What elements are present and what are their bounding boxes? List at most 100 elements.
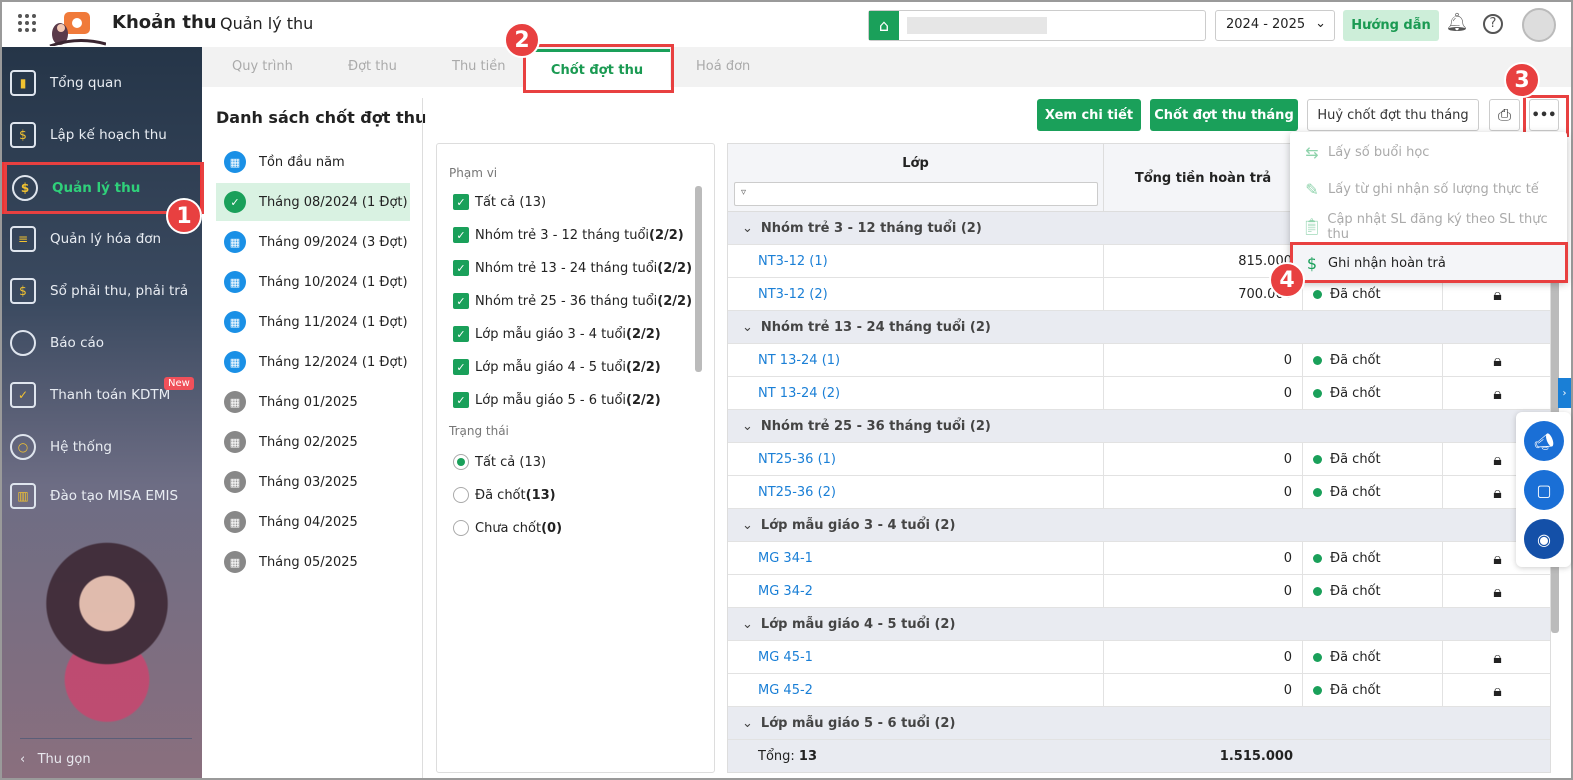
month-list-item[interactable]: ▦ Tháng 03/2025 bbox=[216, 463, 410, 501]
filter-icon: ▿ bbox=[741, 187, 747, 198]
scope-checkbox[interactable]: ✓ Nhóm trẻ 13 - 24 tháng tuổi (2/2) bbox=[453, 260, 692, 276]
group-row[interactable]: ⌄ Lớp mẫu giáo 5 - 6 tuổi (2) bbox=[728, 707, 1550, 740]
guide-button[interactable]: Hướng dẫn bbox=[1343, 10, 1439, 41]
month-list-item[interactable]: ▦ Tháng 11/2024 (1 Đợt) bbox=[216, 303, 410, 341]
lock-icon[interactable]: 🔒︎ bbox=[1493, 450, 1502, 470]
school-search[interactable]: ⌂ bbox=[868, 10, 1206, 41]
sidebar-item-ledger[interactable]: $ Sổ phải thu, phải trả bbox=[2, 268, 202, 314]
class-link[interactable]: NT3-12 (2) bbox=[758, 287, 828, 302]
collapse-button[interactable]: ‹ Thu gọn bbox=[20, 752, 91, 767]
lock-icon[interactable]: 🔒︎ bbox=[1493, 648, 1502, 668]
amount-value: 0 bbox=[1283, 485, 1292, 500]
table-row: NT25-36 (1) 0 Đã chốt 🔒︎ bbox=[728, 443, 1550, 476]
view-detail-button[interactable]: Xem chi tiết bbox=[1037, 99, 1141, 131]
apps-grid-icon[interactable] bbox=[18, 14, 36, 32]
scope-checkbox[interactable]: ✓ Lớp mẫu giáo 5 - 6 tuổi (2/2) bbox=[453, 392, 661, 408]
status-radio[interactable]: Tất cả (13) bbox=[453, 454, 546, 470]
month-list-item[interactable]: ▦ Tồn đầu năm bbox=[216, 143, 410, 181]
cancel-close-month-button[interactable]: Huỷ chốt đợt thu tháng bbox=[1307, 99, 1479, 131]
scope-checkbox[interactable]: ✓ Lớp mẫu giáo 4 - 5 tuổi (2/2) bbox=[453, 359, 661, 375]
month-list-item[interactable]: ▦ Tháng 05/2025 bbox=[216, 543, 410, 581]
class-link[interactable]: MG 45-2 bbox=[758, 683, 813, 698]
chat-icon[interactable]: ▢ bbox=[1524, 470, 1564, 510]
class-link[interactable]: NT25-36 (2) bbox=[758, 485, 836, 500]
filter-scrollbar[interactable] bbox=[695, 186, 702, 372]
lock-icon[interactable]: 🔒︎ bbox=[1493, 681, 1502, 701]
menu-item-get-sessions[interactable]: ⇆ Lấy số buổi học bbox=[1290, 134, 1567, 171]
home-icon[interactable]: ⌂ bbox=[869, 11, 899, 40]
menu-item-update-registration[interactable]: 📋︎ Cập nhật SL đăng ký theo SL thực thu bbox=[1290, 208, 1567, 245]
calendar-icon: ▦ bbox=[224, 551, 246, 573]
amount-value: 0 bbox=[1283, 452, 1292, 467]
tab-invoice[interactable]: Hoá đơn bbox=[696, 59, 750, 74]
class-link[interactable]: NT25-36 (1) bbox=[758, 452, 836, 467]
chevron-left-icon: ‹ bbox=[20, 752, 38, 767]
tab-collection-batch[interactable]: Đợt thu bbox=[348, 59, 397, 74]
lock-icon[interactable]: 🔒︎ bbox=[1493, 351, 1502, 371]
amount-value: 0 bbox=[1283, 551, 1292, 566]
amount-cell: 0 bbox=[1104, 542, 1303, 575]
sidebar-item-system[interactable]: ○ Hệ thống bbox=[2, 424, 202, 470]
bell-icon[interactable]: 🔔︎ bbox=[1445, 12, 1469, 36]
month-list-item[interactable]: ▦ Tháng 12/2024 (1 Đợt) bbox=[216, 343, 410, 381]
scope-option-label: Lớp mẫu giáo 3 - 4 tuổi bbox=[475, 326, 627, 342]
checkbox-checked-icon: ✓ bbox=[453, 326, 469, 342]
month-list-item[interactable]: ▦ Tháng 02/2025 bbox=[216, 423, 410, 461]
sidebar-item-training[interactable]: ▥ Đào tạo MISA EMIS bbox=[2, 473, 202, 519]
lock-icon[interactable]: 🔒︎ bbox=[1493, 384, 1502, 404]
month-label: Tháng 04/2025 bbox=[259, 514, 358, 530]
class-link[interactable]: MG 34-2 bbox=[758, 584, 813, 599]
assistant-bot-icon[interactable]: ◉ bbox=[1524, 519, 1564, 559]
avatar[interactable] bbox=[1522, 8, 1556, 42]
group-row[interactable]: ⌄ Lớp mẫu giáo 3 - 4 tuổi (2) bbox=[728, 509, 1550, 542]
sidebar-item-reports[interactable]: Báo cáo bbox=[2, 320, 202, 366]
menu-item-get-actual[interactable]: ✎ Lấy từ ghi nhận số lượng thực tế bbox=[1290, 171, 1567, 208]
group-row[interactable]: ⌄ Lớp mẫu giáo 4 - 5 tuổi (2) bbox=[728, 608, 1550, 641]
group-label: Lớp mẫu giáo 5 - 6 tuổi (2) bbox=[760, 716, 956, 731]
lock-icon[interactable]: 🔒︎ bbox=[1493, 285, 1502, 305]
chevron-down-icon: ⌄ bbox=[1315, 16, 1326, 31]
help-icon[interactable]: ? bbox=[1483, 14, 1503, 34]
lock-icon[interactable]: 🔒︎ bbox=[1493, 582, 1502, 602]
class-link[interactable]: NT 13-24 (1) bbox=[758, 353, 840, 368]
class-filter-input[interactable]: ▿ bbox=[734, 182, 1098, 206]
tab-receive-payment[interactable]: Thu tiền bbox=[452, 59, 506, 74]
group-row[interactable]: ⌄ Nhóm trẻ 25 - 36 tháng tuổi (2) bbox=[728, 410, 1550, 443]
status-radio[interactable]: Đã chốt (13) bbox=[453, 487, 556, 503]
megaphone-icon[interactable]: 📣︎ bbox=[1524, 421, 1564, 461]
status-radio[interactable]: Chưa chốt (0) bbox=[453, 520, 562, 536]
print-icon[interactable]: ⎙ bbox=[1489, 99, 1520, 131]
table-row: NT 13-24 (1) 0 Đã chốt 🔒︎ bbox=[728, 344, 1550, 377]
scope-checkbox[interactable]: ✓ Nhóm trẻ 25 - 36 tháng tuổi (2/2) bbox=[453, 293, 692, 309]
class-link[interactable]: MG 45-1 bbox=[758, 650, 813, 665]
scope-checkbox[interactable]: ✓ Tất cả (13) bbox=[453, 194, 546, 210]
close-month-button[interactable]: Chốt đợt thu tháng bbox=[1150, 99, 1298, 131]
status-cell: Đã chốt bbox=[1303, 542, 1443, 575]
month-list-item[interactable]: ▦ Tháng 09/2024 (3 Đợt) bbox=[216, 223, 410, 261]
sidebar-item-plan[interactable]: $ Lập kế hoạch thu bbox=[2, 112, 202, 158]
school-year-select[interactable]: 2024 - 2025 ⌄ bbox=[1215, 10, 1335, 41]
lock-icon[interactable]: 🔒︎ bbox=[1493, 549, 1502, 569]
scope-checkbox[interactable]: ✓ Lớp mẫu giáo 3 - 4 tuổi (2/2) bbox=[453, 326, 661, 342]
amount-cell: 0 bbox=[1104, 575, 1303, 608]
month-list-item[interactable]: ✓ Tháng 08/2024 (1 Đợt) bbox=[216, 183, 410, 221]
class-link[interactable]: NT3-12 (1) bbox=[758, 254, 828, 269]
tab-process[interactable]: Quy trình bbox=[232, 59, 293, 74]
class-link[interactable]: NT 13-24 (2) bbox=[758, 386, 840, 401]
checkbox-checked-icon: ✓ bbox=[453, 260, 469, 276]
list-title: Danh sách chốt đợt thu bbox=[216, 108, 427, 127]
month-list-item[interactable]: ▦ Tháng 01/2025 bbox=[216, 383, 410, 421]
month-list-item[interactable]: ▦ Tháng 10/2024 (1 Đợt) bbox=[216, 263, 410, 301]
group-row[interactable]: ⌄ Nhóm trẻ 13 - 24 tháng tuổi (2) bbox=[728, 311, 1550, 344]
lock-cell: 🔒︎ bbox=[1443, 674, 1550, 707]
class-link[interactable]: MG 34-1 bbox=[758, 551, 813, 566]
expand-panel-icon[interactable]: › bbox=[1558, 378, 1571, 408]
sidebar-item-overview[interactable]: ▮ Tổng quan bbox=[2, 60, 202, 106]
month-list-item[interactable]: ▦ Tháng 04/2025 bbox=[216, 503, 410, 541]
status-dot-icon bbox=[1313, 455, 1322, 464]
sidebar: ▮ Tổng quan $ Lập kế hoạch thu $ Quản lý th… bbox=[2, 47, 202, 778]
lock-icon[interactable]: 🔒︎ bbox=[1493, 483, 1502, 503]
clipboard-refresh-icon: 📋︎ bbox=[1301, 217, 1322, 236]
scope-checkbox[interactable]: ✓ Nhóm trẻ 3 - 12 tháng tuổi (2/2) bbox=[453, 227, 684, 243]
chevron-down-icon: ⌄ bbox=[742, 716, 753, 731]
